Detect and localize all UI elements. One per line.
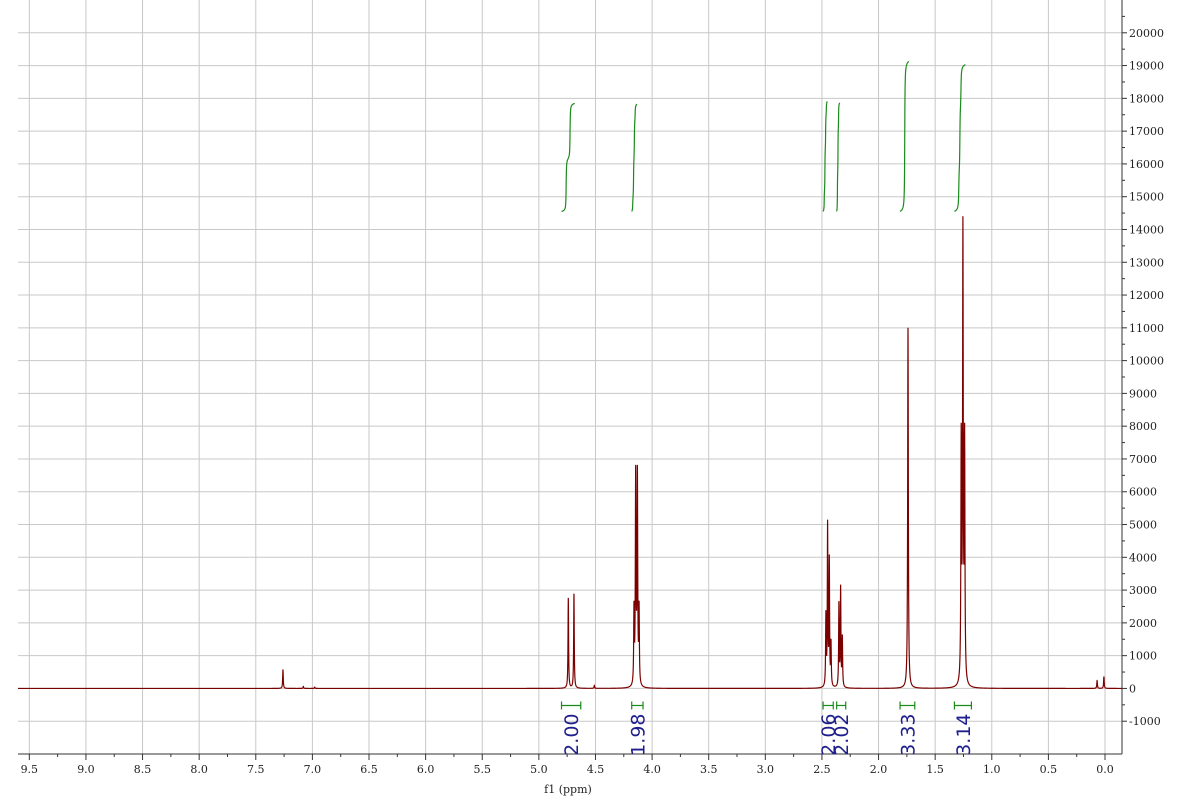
x-tick-label: 8.0 [190,763,208,776]
x-tick-label: 1.0 [983,763,1001,776]
y-tick-label: 12000 [1129,289,1164,302]
x-tick-label: 0.5 [1040,763,1058,776]
x-tick-label: 4.0 [643,763,661,776]
y-tick-label: 16000 [1129,158,1164,171]
integral-curve [561,102,575,213]
x-tick-label: 2.5 [813,763,831,776]
integral-value-label: 3.14 [953,714,975,756]
y-axis-ticks: -1000 0 1000 2000 3000 4000 5000 6000 7000 8000 90… [1122,15,1164,728]
y-tick-label: 9000 [1129,387,1157,400]
y-tick-label: 18000 [1129,92,1164,105]
y-tick-label: 15000 [1129,191,1164,204]
x-tick-label: 0.0 [1096,763,1114,776]
y-tick-label: 3000 [1129,584,1157,597]
y-tick-label: 2000 [1129,617,1157,630]
integral-curve [836,102,841,212]
y-tick-label: 7000 [1129,453,1157,466]
y-tick-label: 11000 [1129,322,1164,335]
y-tick-label: 6000 [1129,486,1157,499]
y-tick-label: 5000 [1129,519,1157,532]
y-tick-label: 19000 [1129,60,1164,73]
x-tick-label: 3.5 [700,763,718,776]
x-tick-label: 1.5 [926,763,944,776]
integral-value-label: 3.33 [897,714,919,756]
nmr-spectrum-chart: 2.00 1.98 2.062.02 3.33 3.14 9.5 9.0 8.5 8.0 7.5… [18,0,1164,796]
integral-curves [561,60,966,213]
integral-value-label: 1.98 [627,714,649,756]
spectrum-trace [18,216,1122,690]
y-tick-label: 4000 [1129,551,1157,564]
y-tick-label: -1000 [1129,715,1161,728]
integral-curve [899,60,910,212]
spectrum-line [18,216,1122,690]
y-tick-label: 0 [1129,682,1136,695]
x-tick-label: 8.5 [134,763,152,776]
x-tick-label: 9.5 [21,763,39,776]
y-tick-label: 13000 [1129,256,1164,269]
x-tick-label: 5.0 [530,763,548,776]
x-tick-label: 9.0 [77,763,95,776]
integral-curve [822,101,828,212]
x-tick-label: 7.5 [247,763,265,776]
y-tick-label: 20000 [1129,27,1164,40]
x-tick-label: 5.5 [473,763,491,776]
x-tick-label: 6.0 [417,763,435,776]
y-tick-label: 17000 [1129,125,1164,138]
x-axis-title: f1 (ppm) [544,783,592,796]
x-tick-label: 3.0 [757,763,775,776]
x-tick-label: 2.0 [870,763,888,776]
y-tick-label: 8000 [1129,420,1157,433]
integral-curve [954,64,966,212]
integral-brackets: 2.00 1.98 2.062.02 3.33 3.14 [560,701,975,756]
integral-curve [631,103,638,212]
y-tick-label: 1000 [1129,650,1157,663]
y-tick-label: 14000 [1129,223,1164,236]
x-tick-label: 7.0 [304,763,322,776]
x-tick-label: 6.5 [360,763,378,776]
x-axis-ticks: 9.5 9.0 8.5 8.0 7.5 7.0 6.5 6.0 5.5 5.0 4.5 4.0 3.5 3… [21,754,1114,776]
x-tick-label: 4.5 [587,763,605,776]
integral-value-label: 2.00 [561,714,583,756]
y-tick-label: 10000 [1129,355,1164,368]
integral-value-label: 2.02 [831,714,853,756]
